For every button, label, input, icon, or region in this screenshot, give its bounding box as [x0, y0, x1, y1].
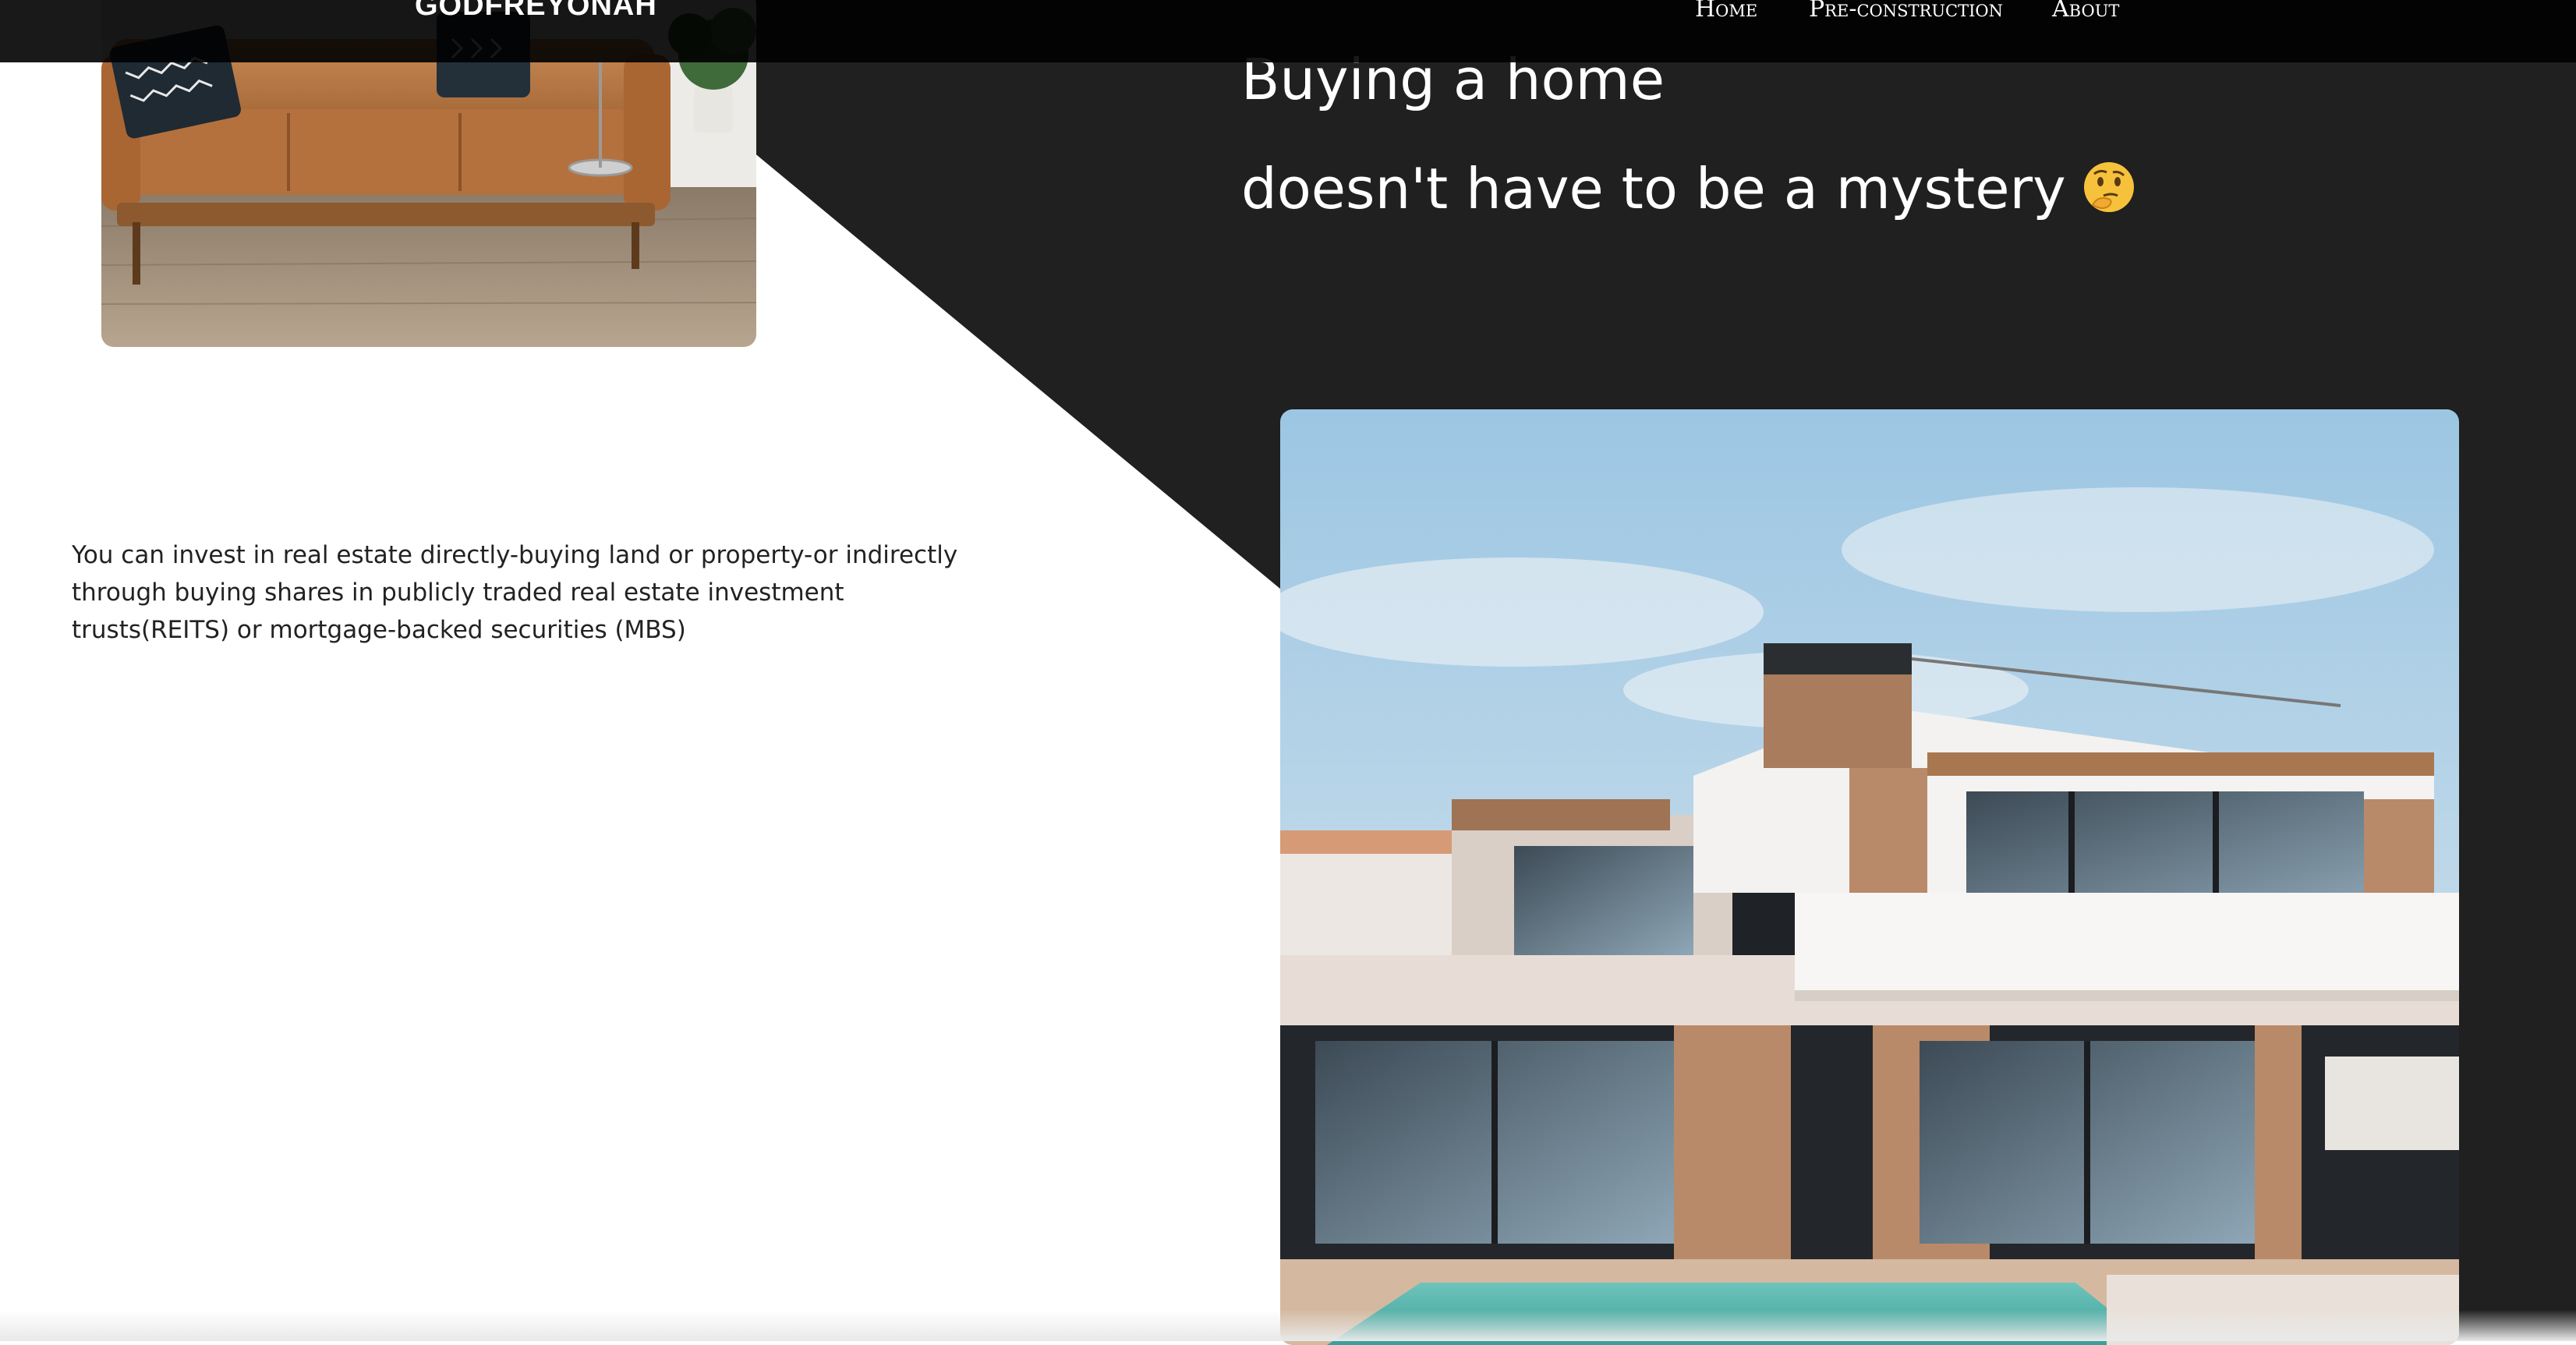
nav-link-pre-construction[interactable]: Pre-construction	[1809, 0, 2003, 23]
brand-logo-text[interactable]: GODFREYONAH	[415, 0, 657, 23]
intro-paragraph: You can invest in real estate directly-b…	[72, 541, 958, 644]
nav-link-home[interactable]: Home	[1695, 0, 1757, 23]
hero-headline-line-2: doesn't have to be a mystery	[1241, 156, 2136, 221]
hero-headline-line-2-text: doesn't have to be a mystery	[1241, 156, 2066, 221]
nav-link-about[interactable]: About	[2052, 0, 2119, 23]
modern-house-image	[1280, 409, 2459, 1345]
bottom-edge-shadow	[0, 1310, 2576, 1341]
thinking-face-icon	[2083, 162, 2134, 212]
top-navigation-bar: GODFREYONAH Home Pre-construction About	[0, 0, 2576, 62]
